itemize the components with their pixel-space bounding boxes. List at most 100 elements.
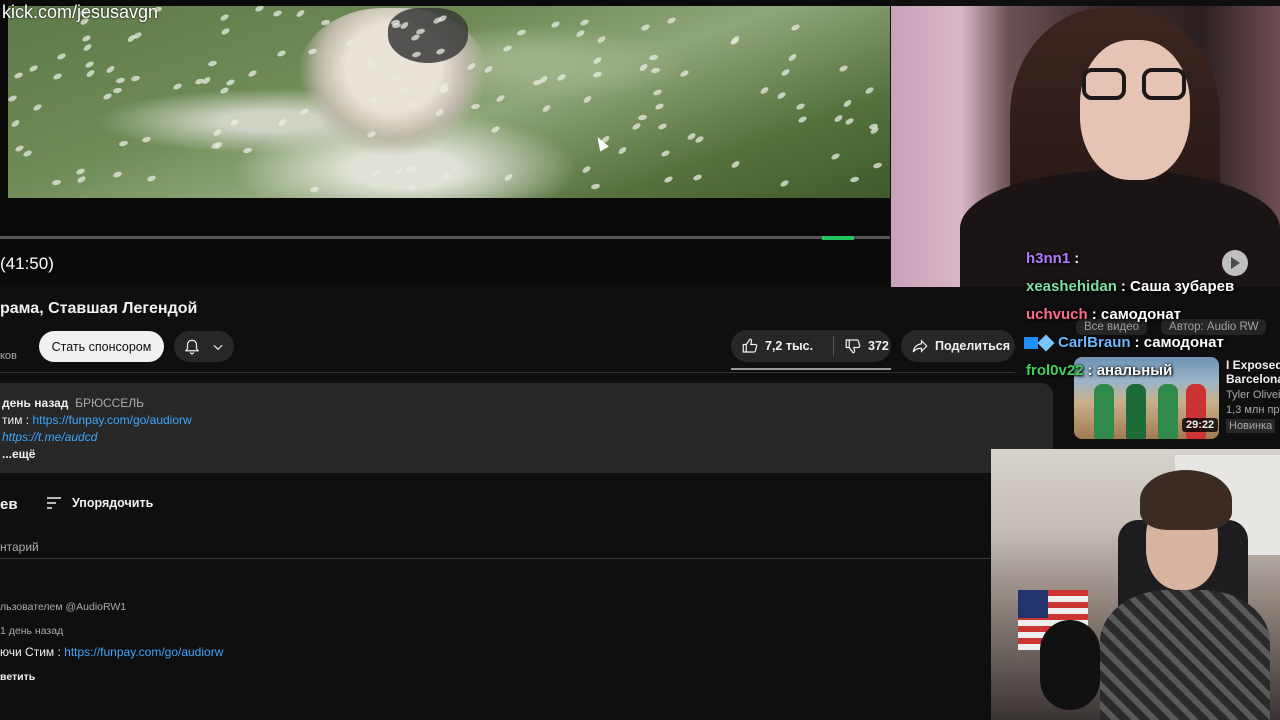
like-count: 7,2 тыс. xyxy=(765,339,814,353)
microphone-icon xyxy=(1040,620,1100,710)
grass-speck xyxy=(370,169,381,178)
grass-speck xyxy=(490,124,501,134)
dislike-button[interactable]: 372 xyxy=(834,337,889,355)
grass-speck xyxy=(640,23,652,32)
grass-speck xyxy=(550,20,561,29)
grass-speck xyxy=(393,167,404,176)
chat-username: xeashehidan xyxy=(1026,278,1117,295)
reply-button[interactable]: ветить xyxy=(0,671,35,683)
pinned-label: льзователем @AudioRW1 xyxy=(0,601,127,613)
grass-speck xyxy=(81,34,92,43)
progress-bar[interactable] xyxy=(0,236,890,239)
grass-speck xyxy=(652,88,663,97)
sort-icon xyxy=(47,497,61,509)
dislike-count: 372 xyxy=(868,339,889,353)
grass-speck xyxy=(843,116,855,126)
grass-speck xyxy=(648,54,659,62)
grass-speck xyxy=(502,44,513,53)
grass-speck xyxy=(309,185,320,193)
grass-speck xyxy=(28,63,39,73)
grass-speck xyxy=(201,75,212,86)
chat-text: : Саша зубарев xyxy=(1120,278,1235,295)
grass-speck xyxy=(679,69,691,78)
description-box[interactable]: день назад БРЮССЕЛЬ тим : https://funpay… xyxy=(0,383,1053,473)
grass-speck xyxy=(441,172,452,181)
grass-speck xyxy=(864,86,876,96)
grass-speck xyxy=(209,140,221,150)
description-tag[interactable]: БРЮССЕЛЬ xyxy=(75,396,144,410)
grass-speck xyxy=(830,152,841,162)
grass-speck xyxy=(778,179,790,189)
grass-speck xyxy=(225,78,236,88)
add-comment-input[interactable]: нтарий xyxy=(0,540,39,554)
chat-text: : самодонат xyxy=(1134,334,1224,351)
grass-speck xyxy=(82,42,93,53)
grass-speck xyxy=(207,59,218,67)
streamer-shirt xyxy=(1100,590,1270,720)
grass-speck xyxy=(596,35,607,45)
grass-speck xyxy=(780,67,791,77)
comment-text-prefix: ючи Стим : xyxy=(0,645,61,659)
grass-speck xyxy=(219,86,230,95)
grass-speck xyxy=(276,49,287,58)
badge-icon xyxy=(1024,337,1038,350)
recommended-title[interactable]: I Exposed xyxy=(1226,358,1280,372)
grass-speck xyxy=(591,55,603,66)
grass-speck xyxy=(790,23,801,33)
grass-speck xyxy=(295,8,306,19)
grass-speck xyxy=(171,81,183,91)
sort-label: Упорядочить xyxy=(72,496,154,510)
share-button[interactable]: Поделиться xyxy=(901,330,1015,362)
grass-speck xyxy=(832,114,844,124)
grass-speck xyxy=(242,146,253,154)
sponsor-button[interactable]: Стать спонсором xyxy=(39,331,164,362)
chat-text: : самодонат xyxy=(1091,306,1182,323)
recommended-channel[interactable]: Tyler Oliveira xyxy=(1226,389,1280,401)
comment-link[interactable]: https://funpay.com/go/audiorw xyxy=(64,645,223,659)
badge-icon xyxy=(1037,334,1055,352)
video-duration-badge: 29:22 xyxy=(1182,418,1219,432)
grass-speck xyxy=(407,163,419,174)
thumbs-up-icon xyxy=(742,338,758,353)
notifications-button[interactable] xyxy=(174,331,234,362)
sort-button[interactable]: Упорядочить xyxy=(46,496,153,510)
divider xyxy=(0,372,1015,373)
recommended-info[interactable]: I Exposed Barcelona Tyler Oliveira 1,3 м… xyxy=(1226,358,1280,433)
description-meta: день назад xyxy=(2,396,69,410)
grass-speck xyxy=(85,69,96,79)
bell-icon xyxy=(185,339,200,354)
share-icon xyxy=(912,339,928,353)
video-frame[interactable] xyxy=(8,6,890,198)
grass-speck xyxy=(541,103,552,114)
grass-speck xyxy=(503,172,514,183)
comment-text: ючи Стим : https://funpay.com/go/audiorw xyxy=(0,645,223,659)
channel-subscribers: ков xyxy=(0,350,17,362)
description-link[interactable]: https://t.me/audcd xyxy=(2,430,97,444)
chat-message: frol0v22: анальный xyxy=(1026,362,1172,379)
recommended-title[interactable]: Barcelona xyxy=(1226,372,1280,386)
grass-speck xyxy=(694,134,706,144)
grass-speck xyxy=(51,178,61,186)
grass-speck xyxy=(406,183,417,191)
grass-speck xyxy=(666,16,677,26)
grass-speck xyxy=(141,135,152,144)
grass-speck xyxy=(52,72,63,81)
grass-speck xyxy=(787,52,798,63)
video-player[interactable] xyxy=(0,0,890,287)
chat-username: h3nn1 xyxy=(1026,250,1071,267)
grass-speck xyxy=(653,101,665,111)
grass-speck xyxy=(872,161,884,170)
grass-speck xyxy=(494,94,506,104)
grass-speck xyxy=(21,149,33,159)
glasses-icon xyxy=(1080,68,1190,102)
grass-speck xyxy=(84,60,95,70)
description-link[interactable]: https://funpay.com/go/audiorw xyxy=(32,413,191,427)
grass-speck xyxy=(637,114,648,121)
chevron-down-icon xyxy=(213,344,223,350)
like-button[interactable]: 7,2 тыс. xyxy=(731,337,821,355)
grass-speck xyxy=(229,118,240,127)
show-more-button[interactable]: ...ещё xyxy=(2,447,35,461)
grass-speck xyxy=(730,159,741,170)
play-icon[interactable] xyxy=(1222,250,1248,276)
grass-speck xyxy=(105,64,116,74)
